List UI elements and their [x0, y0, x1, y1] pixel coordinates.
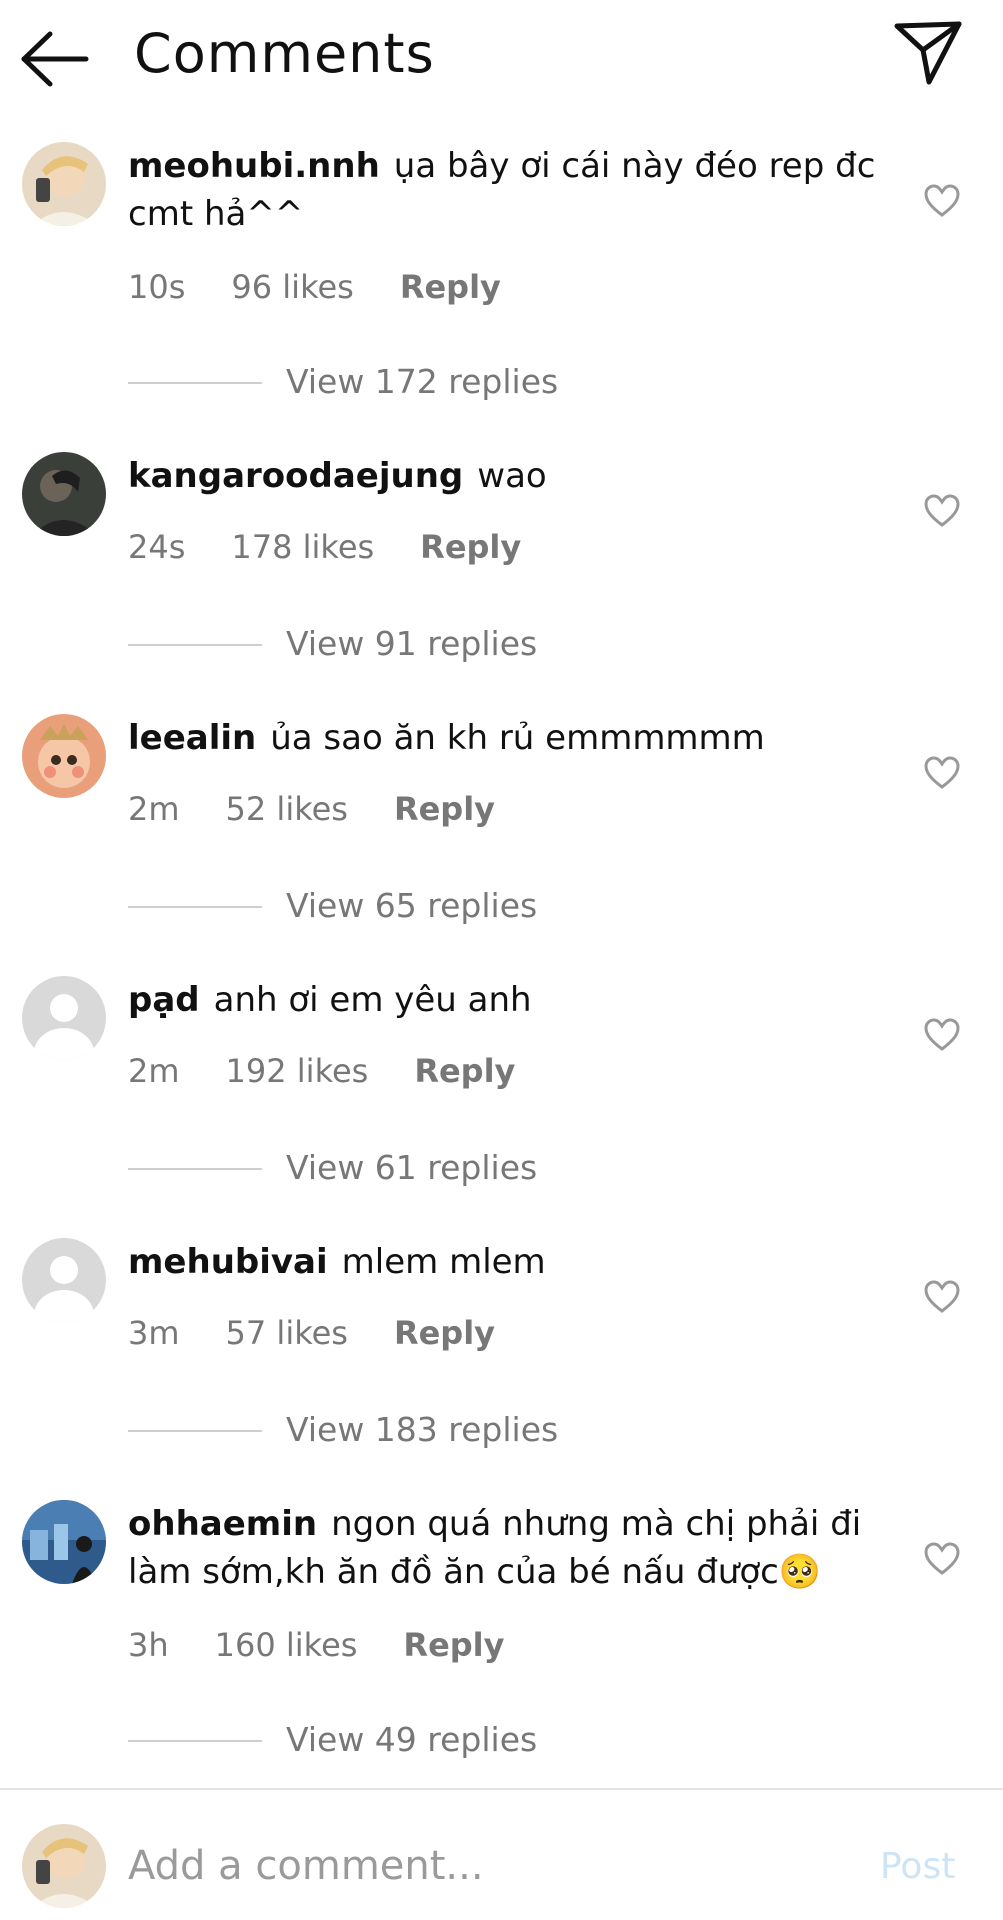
avatar-placeholder-icon[interactable]: [22, 1238, 106, 1322]
avatar-placeholder-icon[interactable]: [22, 976, 106, 1060]
post-button[interactable]: Post: [880, 1846, 955, 1887]
comment-text: wao: [477, 456, 547, 496]
comment-username[interactable]: meohubi.nnh: [128, 146, 380, 186]
footer-divider: [0, 1788, 1003, 1790]
current-user-avatar[interactable]: [22, 1824, 106, 1908]
divider-line: [128, 382, 262, 384]
comment-username[interactable]: kangaroodaejung: [128, 456, 463, 496]
view-replies[interactable]: View 49 replies: [128, 1720, 728, 1760]
comment-likes[interactable]: 57 likes: [226, 1314, 348, 1352]
comment-item: meohubi.nnh ụa bây ơi cái này đéo rep đc …: [0, 142, 1003, 404]
heart-icon[interactable]: [924, 1542, 960, 1576]
reply-button[interactable]: Reply: [394, 1314, 495, 1352]
reply-button[interactable]: Reply: [394, 790, 495, 828]
comment-time: 3m: [128, 1314, 180, 1352]
divider-line: [128, 1430, 262, 1432]
comment-likes[interactable]: 160 likes: [215, 1626, 358, 1664]
comment-meta: 2m 52 likes Reply: [128, 790, 495, 828]
view-replies[interactable]: View 91 replies: [128, 624, 728, 664]
comment-item: mehubivai mlem mlem 3m 57 likes Reply Vie…: [0, 1238, 1003, 1500]
divider-line: [128, 644, 262, 646]
reply-button[interactable]: Reply: [420, 528, 521, 566]
comment-time: 2m: [128, 790, 180, 828]
view-replies-text[interactable]: View 172 replies: [286, 362, 558, 401]
comment-time: 24s: [128, 528, 186, 566]
comment-time: 10s: [128, 268, 186, 306]
back-arrow-icon[interactable]: [20, 30, 90, 88]
comment-time: 3h: [128, 1626, 169, 1664]
view-replies[interactable]: View 172 replies: [128, 362, 728, 402]
view-replies-text[interactable]: View 61 replies: [286, 1148, 537, 1187]
view-replies[interactable]: View 65 replies: [128, 886, 728, 926]
comment-meta: 24s 178 likes Reply: [128, 528, 521, 566]
reply-button[interactable]: Reply: [400, 268, 501, 306]
comment-body: meohubi.nnh ụa bây ơi cái này đéo rep đc …: [128, 142, 898, 238]
heart-icon[interactable]: [924, 1018, 960, 1052]
heart-icon[interactable]: [924, 184, 960, 218]
view-replies-text[interactable]: View 183 replies: [286, 1410, 558, 1449]
view-replies-text[interactable]: View 91 replies: [286, 624, 537, 663]
avatar[interactable]: [22, 452, 106, 536]
header-bar: Comments: [0, 0, 1003, 115]
comment-likes[interactable]: 178 likes: [231, 528, 374, 566]
comment-meta: 10s 96 likes Reply: [128, 268, 501, 306]
comment-body: ohhaemin ngon quá nhưng mà chị phải đi là…: [128, 1500, 898, 1596]
comment-meta: 3h 160 likes Reply: [128, 1626, 505, 1664]
comment-text: ủa sao ăn kh rủ emmmmmm: [270, 718, 765, 758]
view-replies[interactable]: View 61 replies: [128, 1148, 728, 1188]
reply-button[interactable]: Reply: [414, 1052, 515, 1090]
heart-icon[interactable]: [924, 756, 960, 790]
comment-text: mlem mlem: [341, 1242, 546, 1282]
comment-item: leealin ủa sao ăn kh rủ emmmmmm 2m 52 lik…: [0, 714, 1003, 976]
comment-meta: 2m 192 likes Reply: [128, 1052, 515, 1090]
divider-line: [128, 906, 262, 908]
comment-username[interactable]: ohhaemin: [128, 1504, 317, 1544]
comment-body: leealin ủa sao ăn kh rủ emmmmmm: [128, 714, 898, 762]
reply-button[interactable]: Reply: [403, 1626, 504, 1664]
heart-icon[interactable]: [924, 1280, 960, 1314]
avatar[interactable]: [22, 1500, 106, 1584]
avatar[interactable]: [22, 714, 106, 798]
comment-text: anh ơi em yêu anh: [213, 980, 532, 1020]
page-title: Comments: [134, 22, 435, 85]
comment-likes[interactable]: 52 likes: [226, 790, 348, 828]
comment-username[interactable]: pạd: [128, 980, 200, 1020]
view-replies-text[interactable]: View 49 replies: [286, 1720, 537, 1759]
add-comment-input[interactable]: [128, 1836, 828, 1896]
comment-likes[interactable]: 96 likes: [231, 268, 353, 306]
comment-item: kangaroodaejung wao 24s 178 likes Reply V…: [0, 452, 1003, 714]
comment-username[interactable]: mehubivai: [128, 1242, 328, 1282]
comment-item: pạd anh ơi em yêu anh 2m 192 likes Reply …: [0, 976, 1003, 1238]
send-icon[interactable]: [893, 20, 963, 86]
view-replies-text[interactable]: View 65 replies: [286, 886, 537, 925]
avatar[interactable]: [22, 142, 106, 226]
divider-line: [128, 1168, 262, 1170]
view-replies[interactable]: View 183 replies: [128, 1410, 728, 1450]
heart-icon[interactable]: [924, 494, 960, 528]
comment-time: 2m: [128, 1052, 180, 1090]
comment-body: kangaroodaejung wao: [128, 452, 898, 500]
comment-username[interactable]: leealin: [128, 718, 256, 758]
divider-line: [128, 1740, 262, 1742]
comment-item: ohhaemin ngon quá nhưng mà chị phải đi là…: [0, 1500, 1003, 1762]
comment-body: mehubivai mlem mlem: [128, 1238, 898, 1286]
comment-meta: 3m 57 likes Reply: [128, 1314, 495, 1352]
comment-body: pạd anh ơi em yêu anh: [128, 976, 898, 1024]
comment-likes[interactable]: 192 likes: [226, 1052, 369, 1090]
